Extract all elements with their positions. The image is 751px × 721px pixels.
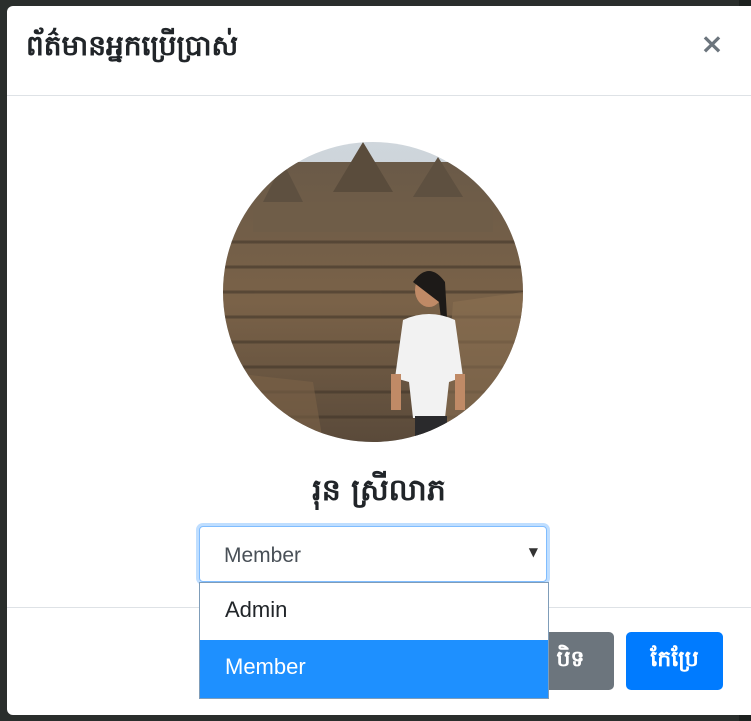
avatar [223,142,523,442]
modal-header: ព័ត៌មានអ្នកប្រើប្រាស់ × [7,6,751,96]
role-select[interactable]: Member ▼ [199,526,547,582]
modal-title: ព័ត៌មានអ្នកប្រើប្រាស់ [26,29,239,62]
role-dropdown-list: Admin Member [199,582,549,699]
role-option-member[interactable]: Member [200,640,548,698]
edit-button[interactable]: កែប្រែ [626,632,723,690]
user-name: រុន ស្រីលាភ [312,473,446,508]
chevron-down-icon: ▼ [528,545,538,559]
role-option-admin[interactable]: Admin [200,583,548,640]
role-option-label: Member [225,654,306,679]
close-icon[interactable]: × [700,30,724,58]
avatar-photo [223,142,523,442]
role-option-label: Admin [225,597,288,622]
role-select-value: Member [224,544,302,567]
